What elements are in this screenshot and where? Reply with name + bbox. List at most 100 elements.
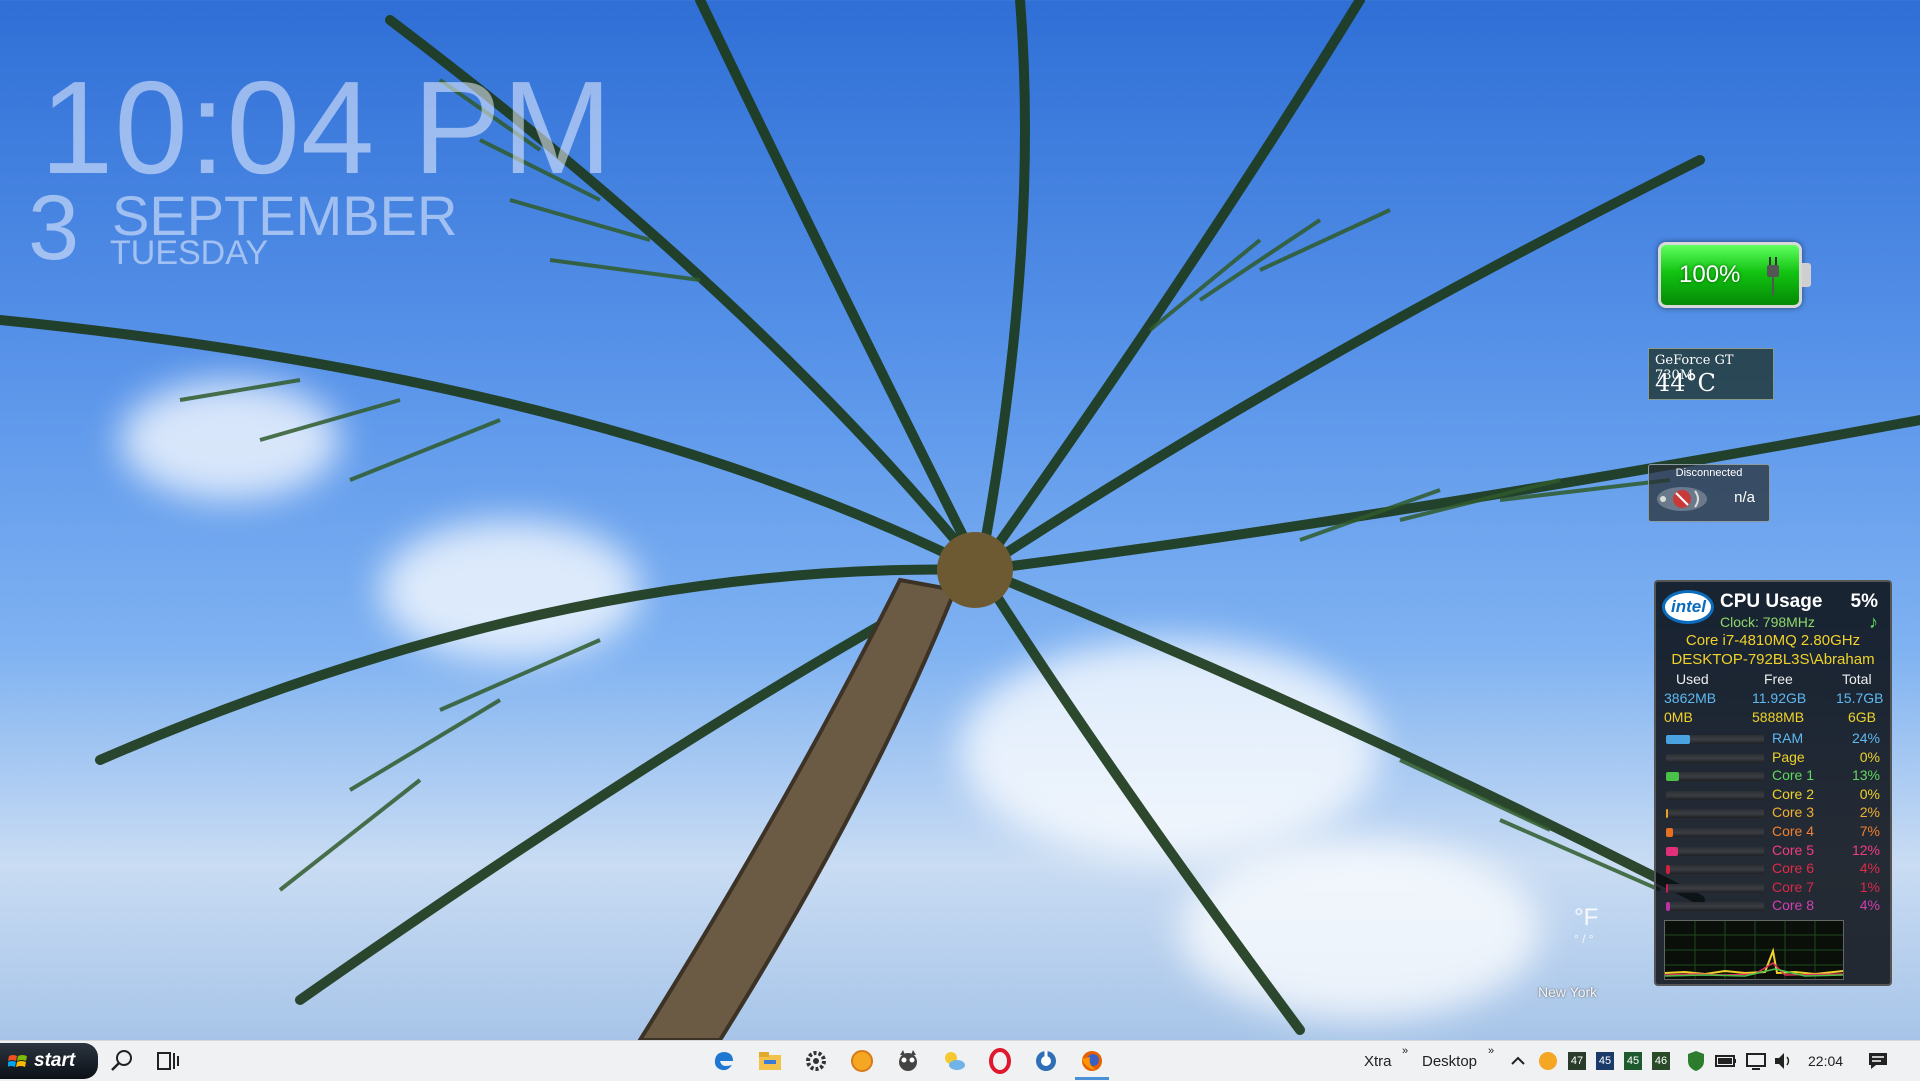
cpu-model: Core i7-4810MQ 2.80GHz xyxy=(1685,632,1861,649)
orange-app-icon[interactable] xyxy=(848,1047,876,1075)
cpu-usage-percent: 5% xyxy=(1850,591,1878,612)
usage-value: 1% xyxy=(1859,878,1880,895)
battery-gadget[interactable]: 100% xyxy=(1658,242,1811,308)
usage-bar-track xyxy=(1666,735,1764,744)
usage-bar-track xyxy=(1666,809,1764,819)
cat-app-icon[interactable] xyxy=(894,1047,922,1075)
start-label: start xyxy=(34,1050,76,1071)
network-meter-gadget[interactable]: Disconnected n/a xyxy=(1648,464,1770,522)
weather-unit: °F xyxy=(1574,904,1599,931)
intel-logo: intel xyxy=(1662,590,1714,624)
usage-bar-fill xyxy=(1666,883,1668,893)
toolbar-desktop-chevron-icon[interactable]: » xyxy=(1488,1045,1494,1057)
volume-icon[interactable] xyxy=(1770,1047,1798,1075)
header-free: Free xyxy=(1764,671,1793,687)
usage-value: 0% xyxy=(1859,785,1880,802)
usage-bar-track xyxy=(1666,883,1764,893)
battery-percent: 100% xyxy=(1679,261,1741,288)
settings-icon[interactable] xyxy=(802,1047,830,1075)
start-button[interactable]: start xyxy=(0,1043,98,1079)
gpu-temperature-gadget[interactable]: GeForce GT 730M 44°C xyxy=(1648,348,1774,400)
search-icon[interactable] xyxy=(108,1047,136,1075)
usage-bar-row: RAM 24% xyxy=(1666,730,1880,748)
usage-label: Core 5 xyxy=(1772,841,1815,858)
usage-bar-row: Page 0% xyxy=(1666,749,1880,767)
usage-bar-fill xyxy=(1666,828,1673,837)
battery-tray-icon[interactable] xyxy=(1712,1047,1740,1075)
toolbar-desktop[interactable]: Desktop xyxy=(1422,1053,1477,1070)
usage-bar-track xyxy=(1666,902,1764,912)
weather-city[interactable]: New York xyxy=(1538,984,1597,1000)
network-value: n/a xyxy=(1734,489,1755,506)
edge-icon[interactable] xyxy=(710,1047,738,1075)
clock-weekday: TUESDAY xyxy=(110,234,269,272)
usage-value: 24% xyxy=(1851,730,1880,746)
tray-temp-1[interactable]: 47 xyxy=(1568,1052,1586,1070)
cpu-usage-title: CPU Usage xyxy=(1720,591,1823,612)
usage-bar-row: Core 1 13% xyxy=(1666,767,1880,785)
gpu-temperature: 44°C xyxy=(1655,369,1716,397)
tray-temp-2[interactable]: 45 xyxy=(1596,1052,1614,1070)
usage-bar-row: Core 5 12% xyxy=(1666,842,1880,860)
usage-bar-row: Core 7 1% xyxy=(1666,879,1880,897)
page-total: 6GB xyxy=(1848,709,1877,725)
firefox-icon[interactable] xyxy=(1078,1047,1106,1075)
tray-temp-4[interactable]: 46 xyxy=(1652,1052,1670,1070)
usage-bar-row: Core 3 2% xyxy=(1666,804,1880,822)
toolbar-xtra[interactable]: Xtra xyxy=(1364,1053,1392,1070)
taskbar-clock[interactable]: 22:04 xyxy=(1808,1053,1843,1069)
usage-label: Core 1 xyxy=(1772,767,1815,784)
network-status: Disconnected xyxy=(1675,467,1743,479)
usage-bar-fill xyxy=(1666,902,1670,912)
usage-bar-track xyxy=(1666,753,1764,763)
music-note-icon: ♪ xyxy=(1869,612,1878,632)
usage-label: Core 3 xyxy=(1772,804,1815,821)
network-tray-icon[interactable] xyxy=(1742,1047,1770,1075)
usage-bar-row: Core 2 0% xyxy=(1666,786,1880,804)
task-view-icon[interactable] xyxy=(154,1047,182,1075)
ram-free: 11.92GB xyxy=(1752,690,1807,706)
usage-bar-track xyxy=(1666,865,1764,875)
usage-label: Core 7 xyxy=(1772,878,1815,895)
usage-bar-fill xyxy=(1666,772,1679,782)
shield-icon[interactable] xyxy=(1682,1047,1710,1075)
page-free: 5888MB xyxy=(1752,709,1805,725)
cpu-usage-gadget[interactable]: intel CPU Usage 5% Clock: 798MHz ♪ Core … xyxy=(1654,580,1892,986)
plug-icon xyxy=(1767,257,1779,295)
opera-icon[interactable] xyxy=(986,1047,1014,1075)
usage-value: 13% xyxy=(1851,767,1880,784)
usage-label: Page xyxy=(1772,748,1805,765)
usage-bar-track xyxy=(1666,790,1764,800)
computer-user-name: DESKTOP-792BL3S\Abraham xyxy=(1671,651,1875,668)
usage-bar-fill xyxy=(1666,846,1678,856)
action-center-icon[interactable] xyxy=(1864,1047,1892,1075)
usage-bar-fill xyxy=(1666,865,1670,875)
tray-temp-3[interactable]: 45 xyxy=(1624,1052,1642,1070)
usage-label: Core 2 xyxy=(1772,785,1815,802)
usage-value: 4% xyxy=(1859,860,1880,877)
usage-value: 7% xyxy=(1859,823,1880,839)
taskbar: start Xtra » Desktop » 47 45 45 46 22:04 xyxy=(0,1040,1920,1081)
usage-bar-fill xyxy=(1666,809,1668,819)
usage-value: 2% xyxy=(1859,804,1880,821)
browser-app-icon[interactable] xyxy=(1032,1047,1060,1075)
header-used: Used xyxy=(1676,671,1709,687)
usage-value: 4% xyxy=(1859,897,1880,914)
usage-bar-row: Core 4 7% xyxy=(1666,823,1880,841)
ram-used: 3862MB xyxy=(1664,690,1717,706)
usage-bar-row: Core 6 4% xyxy=(1666,860,1880,878)
windows-flag-icon xyxy=(8,1055,27,1067)
intel-logo-text: intel xyxy=(1671,597,1706,616)
clock-day: 3 xyxy=(28,177,80,279)
toolbar-xtra-chevron-icon[interactable]: » xyxy=(1402,1045,1408,1057)
orange-tray-icon[interactable] xyxy=(1534,1047,1562,1075)
cpu-history-graph xyxy=(1664,920,1844,980)
usage-label: Core 4 xyxy=(1772,823,1815,839)
show-hidden-icons-chevron-icon[interactable] xyxy=(1504,1047,1532,1075)
usage-bar-track xyxy=(1666,846,1764,856)
usage-bar-track xyxy=(1666,772,1764,782)
usage-label: RAM xyxy=(1772,730,1804,746)
file-explorer-icon[interactable] xyxy=(756,1047,784,1075)
weather-temperature: ° / ° xyxy=(1574,932,1594,946)
weather-app-icon[interactable] xyxy=(940,1047,968,1075)
